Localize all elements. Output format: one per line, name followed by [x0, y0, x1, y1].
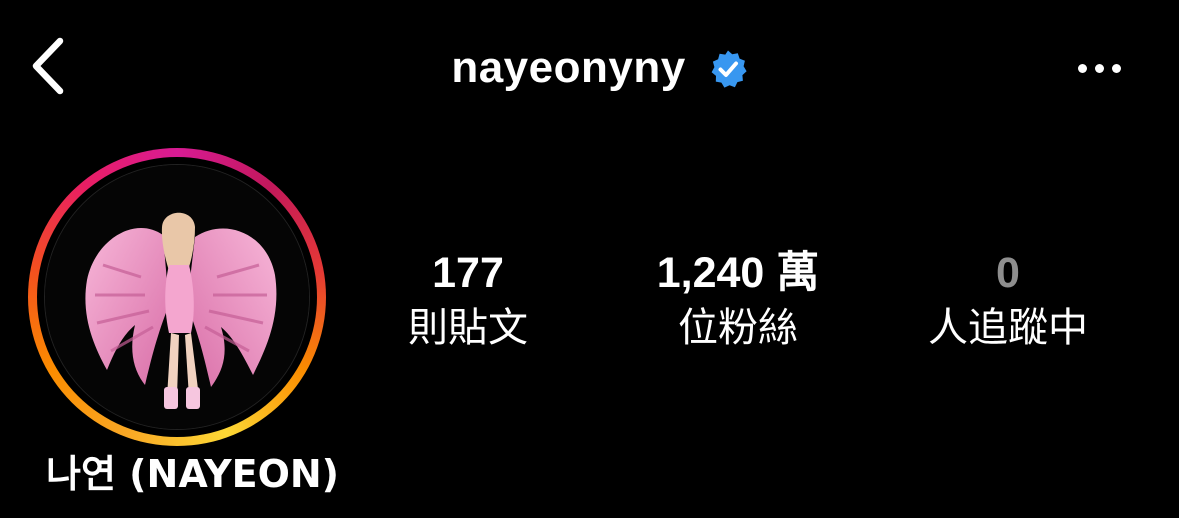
following-count-stat[interactable]: 0 人追蹤中: [888, 248, 1128, 356]
verified-badge-icon: [708, 49, 748, 89]
profile-display-name: 나연 (NAYEON): [46, 452, 340, 496]
more-options-button[interactable]: [1059, 40, 1139, 96]
posts-count-stat[interactable]: 177 則貼文: [348, 248, 588, 356]
more-dot: [1111, 63, 1121, 73]
posts-label: 則貼文: [408, 305, 528, 351]
following-label: 人追蹤中: [928, 305, 1088, 351]
followers-label: 位粉絲: [678, 305, 798, 351]
profile-photo: [45, 165, 309, 429]
username-title: nayeonyny: [451, 43, 686, 92]
more-dot: [1094, 63, 1104, 73]
story-ring-gap: [37, 157, 317, 437]
followers-count-stat[interactable]: 1,240 萬 位粉絲: [618, 248, 858, 356]
avatar: [44, 164, 310, 430]
posts-count: 177: [432, 249, 504, 297]
header-title: nayeonyny: [0, 38, 1179, 98]
top-navigation-bar: nayeonyny: [0, 0, 1179, 135]
following-count: 0: [996, 249, 1020, 297]
story-ring[interactable]: [28, 148, 326, 446]
more-horizontal-icon: [1077, 63, 1087, 73]
followers-count: 1,240 萬: [656, 249, 820, 297]
